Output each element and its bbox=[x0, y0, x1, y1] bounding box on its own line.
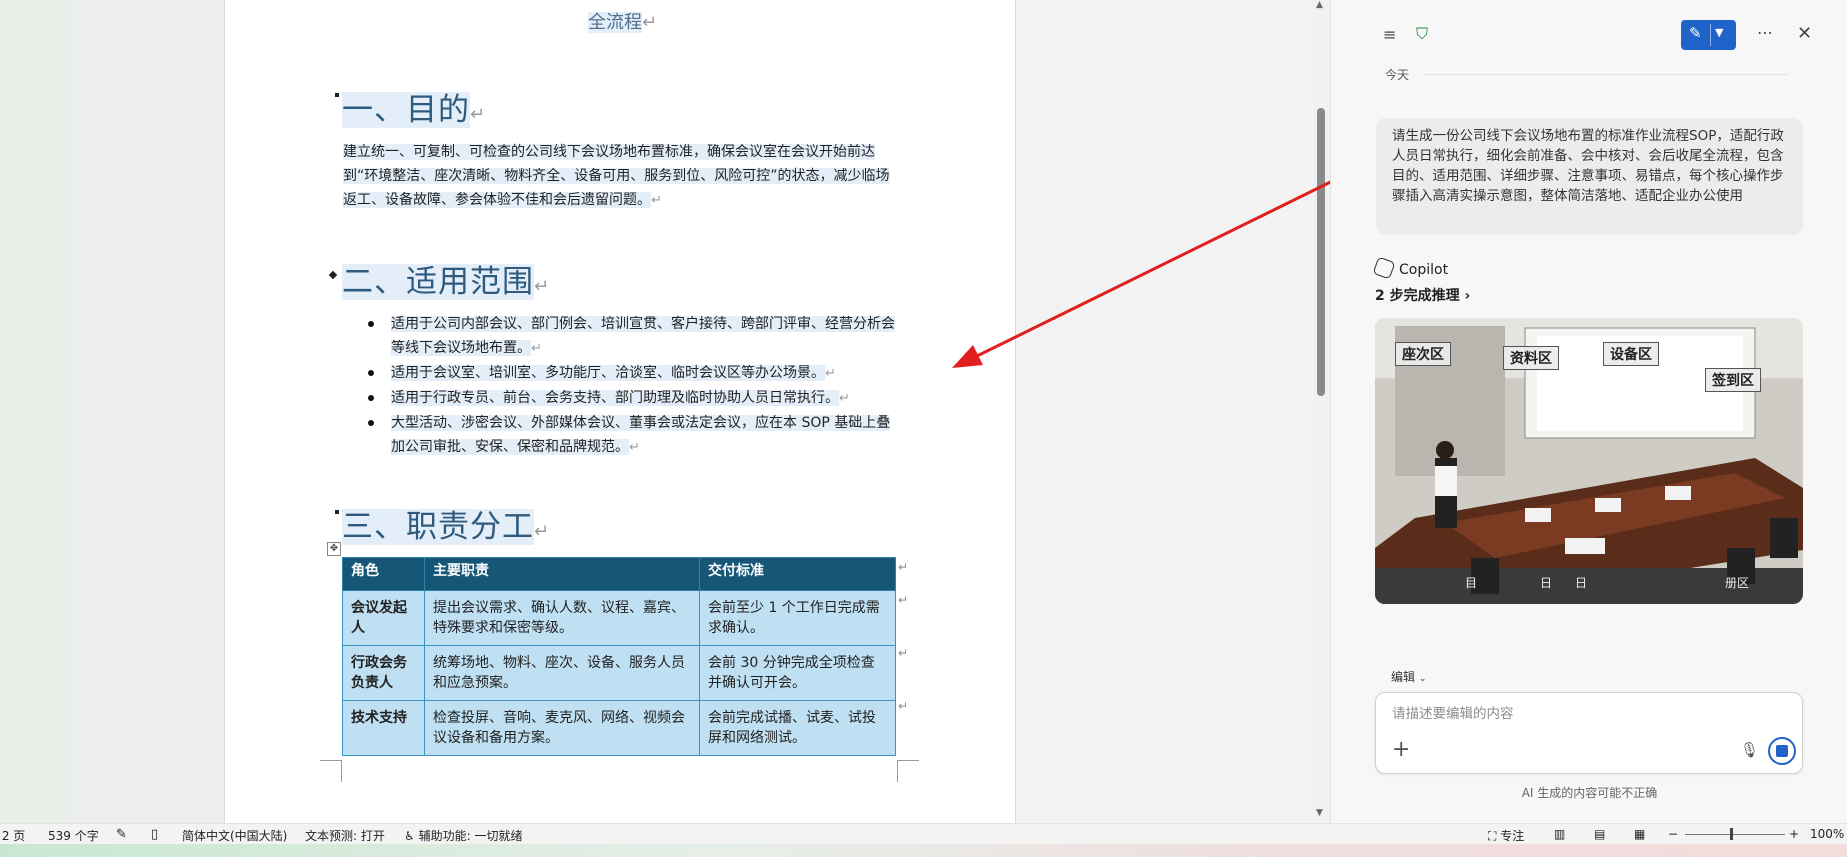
microphone-icon[interactable]: 🎙 bbox=[1740, 741, 1759, 759]
copilot-pane: ≡ ⛉ ✎ ▼ ⋯ ✕ 今天 请生成一份公司线下会议场地布置的标准作业流程SOP… bbox=[1330, 0, 1847, 823]
stop-generation-button[interactable] bbox=[1768, 737, 1796, 765]
heading-marker bbox=[335, 93, 339, 97]
generated-image[interactable]: 座次区 资料区 设备区 签到区 目 日 日 册区 bbox=[1375, 318, 1803, 604]
focus-mode-button[interactable]: ⛶ 专注 bbox=[1488, 827, 1524, 844]
web-layout-icon[interactable]: ▦ bbox=[1634, 827, 1645, 841]
page-indicator[interactable]: 第 2 页 bbox=[0, 827, 25, 844]
prompt-composer[interactable]: + 🎙 bbox=[1375, 692, 1803, 774]
list-item[interactable]: 大型活动、涉密会议、外部媒体会议、董事会或法定会议，应在本 SOP 基础上叠加公… bbox=[365, 411, 900, 460]
list-item[interactable]: 适用于公司内部会议、部门例会、培训宣贯、客户接待、跨部门评审、经营分析会等线下会… bbox=[365, 312, 900, 361]
heading-scope[interactable]: 二、适用范围↵ bbox=[342, 256, 550, 301]
table-cell-standard[interactable]: 会前完成试播、试麦、试投屏和网络测试。 bbox=[699, 700, 896, 756]
table-cell-standard[interactable]: 会前至少 1 个工作日完成需求确认。 bbox=[699, 590, 896, 646]
responsibility-table[interactable]: 角色 主要职责 交付标准 会议发起人 提出会议需求、确认人数、议程、嘉宾、特殊要… bbox=[342, 557, 896, 756]
table-cell-role[interactable]: 会议发起人 bbox=[342, 590, 425, 646]
table-cell-standard[interactable]: 会前 30 分钟完成全项检查并确认可开会。 bbox=[699, 645, 896, 701]
copilot-header: ≡ ⛉ ✎ ▼ ⋯ ✕ bbox=[1331, 18, 1847, 54]
user-message-bubble: 请生成一份公司线下会议场地布置的标准作业流程SOP，适配行政人员日常执行，细化会… bbox=[1376, 118, 1803, 235]
image-label: 座次区 bbox=[1395, 342, 1451, 366]
date-divider-label: 今天 bbox=[1385, 68, 1410, 82]
edit-mode-dropdown[interactable]: 编辑 ⌄ bbox=[1391, 668, 1426, 685]
chevron-right-icon: › bbox=[1464, 288, 1471, 304]
table-cell-role[interactable]: 行政会务负责人 bbox=[342, 645, 425, 701]
reasoning-steps-toggle[interactable]: 2 步完成推理 › bbox=[1375, 285, 1470, 305]
table-row: 技术支持 检查投屏、音响、麦克风、网络、视频会议设备和备用方案。 会前完成试播、… bbox=[342, 700, 896, 756]
chevron-down-icon[interactable]: ▼ bbox=[1715, 26, 1723, 39]
read-view-icon[interactable]: ▥ bbox=[1554, 827, 1565, 841]
edit-mode-button[interactable]: ✎ ▼ bbox=[1681, 20, 1736, 50]
heading-responsibilities[interactable]: 三、职责分工↵ bbox=[342, 501, 550, 546]
chevron-down-icon: ⌄ bbox=[1418, 674, 1427, 684]
prompt-input[interactable] bbox=[1392, 703, 1782, 725]
table-header-row: 角色 主要职责 交付标准 bbox=[342, 557, 896, 591]
image-label: 日 bbox=[1540, 576, 1553, 590]
scrollbar-thumb[interactable] bbox=[1317, 108, 1325, 396]
read-mode-icon[interactable]: ▯ bbox=[151, 827, 158, 842]
close-icon[interactable]: ✕ bbox=[1797, 23, 1812, 44]
table-row: 会议发起人 提出会议需求、确认人数、议程、嘉宾、特殊要求和保密等级。 会前至少 … bbox=[342, 590, 896, 646]
ai-disclaimer: AI 生成的内容可能不正确 bbox=[1521, 786, 1658, 800]
image-label: 日 bbox=[1575, 576, 1588, 590]
row-end-mark: ↵ bbox=[898, 560, 909, 574]
more-options-icon[interactable]: ⋯ bbox=[1757, 23, 1773, 42]
zoom-out-icon[interactable]: − bbox=[1668, 827, 1678, 841]
taskbar-strip bbox=[0, 844, 1847, 857]
copilot-logo-icon bbox=[1372, 256, 1396, 280]
page-margin-corner bbox=[320, 760, 342, 782]
list-item[interactable]: 适用于行政专员、前台、会务支持、部门助理及临时协助人员日常执行。↵ bbox=[365, 386, 900, 411]
scope-bullet-list[interactable]: 适用于公司内部会议、部门例会、培训宣贯、客户接待、跨部门评审、经营分析会等线下会… bbox=[365, 312, 900, 460]
status-bar: 第 2 页 539 个字 ✎ ▯ 简体中文(中国大陆) 文本预测: 打开 ♿ 辅… bbox=[0, 823, 1847, 844]
proofing-icon[interactable]: ✎ bbox=[116, 827, 127, 842]
table-cell-duty[interactable]: 提出会议需求、确认人数、议程、嘉宾、特殊要求和保密等级。 bbox=[424, 590, 700, 646]
image-label: 目 bbox=[1465, 576, 1478, 590]
document-canvas[interactable]: 全流程↵ 一、目的↵ 建立统一、可复制、可检查的公司线下会议场地布置标准，确保会… bbox=[0, 0, 1330, 823]
image-label: 设备区 bbox=[1603, 342, 1659, 366]
scroll-up-icon[interactable]: ▲ bbox=[1316, 0, 1323, 10]
menu-icon[interactable]: ≡ bbox=[1383, 25, 1396, 44]
table-header-cell[interactable]: 交付标准 bbox=[699, 557, 896, 591]
zoom-in-icon[interactable]: + bbox=[1789, 827, 1799, 841]
document-vertical-scrollbar[interactable]: ▲ ▼ bbox=[1313, 0, 1330, 823]
accessibility-icon: ♿ bbox=[404, 829, 415, 843]
image-label: 资料区 bbox=[1503, 346, 1559, 370]
assistant-name: Copilot bbox=[1372, 256, 1448, 280]
accessibility-status[interactable]: ♿ 辅助功能: 一切就绪 bbox=[404, 827, 522, 844]
row-end-mark: ↵ bbox=[898, 593, 909, 607]
table-cell-duty[interactable]: 检查投屏、音响、麦克风、网络、视频会议设备和备用方案。 bbox=[424, 700, 700, 756]
date-divider bbox=[1423, 74, 1788, 75]
purpose-paragraph[interactable]: 建立统一、可复制、可检查的公司线下会议场地布置标准，确保会议室在会议开始前达到“… bbox=[343, 140, 899, 213]
table-cell-duty[interactable]: 统筹场地、物料、座次、设备、服务人员和应急预案。 bbox=[424, 645, 700, 701]
row-end-mark: ↵ bbox=[898, 699, 909, 713]
language-indicator[interactable]: 简体中文(中国大陆) bbox=[182, 827, 287, 844]
shield-check-icon[interactable]: ⛉ bbox=[1416, 24, 1428, 44]
scroll-down-icon[interactable]: ▼ bbox=[1316, 808, 1323, 818]
table-move-handle[interactable]: ✥ bbox=[327, 542, 341, 556]
zoom-slider-thumb[interactable] bbox=[1730, 828, 1733, 840]
list-item[interactable]: 适用于会议室、培训室、多功能厅、洽谈室、临时会议区等办公场景。↵ bbox=[365, 361, 900, 386]
print-layout-icon[interactable]: ▤ bbox=[1594, 827, 1605, 841]
image-label: 签到区 bbox=[1705, 368, 1761, 392]
add-icon[interactable]: + bbox=[1392, 737, 1410, 762]
heading-marker bbox=[335, 510, 339, 514]
table-cell-role[interactable]: 技术支持 bbox=[342, 700, 425, 756]
page-margin-corner bbox=[897, 760, 919, 782]
text-prediction-status[interactable]: 文本预测: 打开 bbox=[305, 827, 385, 844]
word-count[interactable]: 539 个字 bbox=[48, 827, 99, 844]
prev-heading-tail[interactable]: 全流程↵ bbox=[588, 8, 657, 34]
table-header-cell[interactable]: 主要职责 bbox=[424, 557, 700, 591]
zoom-slider-track[interactable] bbox=[1685, 834, 1785, 835]
user-message-text: 请生成一份公司线下会议场地布置的标准作业流程SOP，适配行政人员日常执行，细化会… bbox=[1392, 128, 1784, 204]
focus-icon: ⛶ bbox=[1488, 829, 1497, 843]
table-row: 行政会务负责人 统筹场地、物料、座次、设备、服务人员和应急预案。 会前 30 分… bbox=[342, 645, 896, 701]
edit-icon: ✎ bbox=[1689, 24, 1702, 42]
image-label: 册区 bbox=[1725, 576, 1750, 590]
row-end-mark: ↵ bbox=[898, 646, 909, 660]
heading-purpose[interactable]: 一、目的↵ bbox=[342, 84, 486, 129]
zoom-level[interactable]: 100% bbox=[1810, 827, 1844, 841]
table-header-cell[interactable]: 角色 bbox=[342, 557, 425, 591]
